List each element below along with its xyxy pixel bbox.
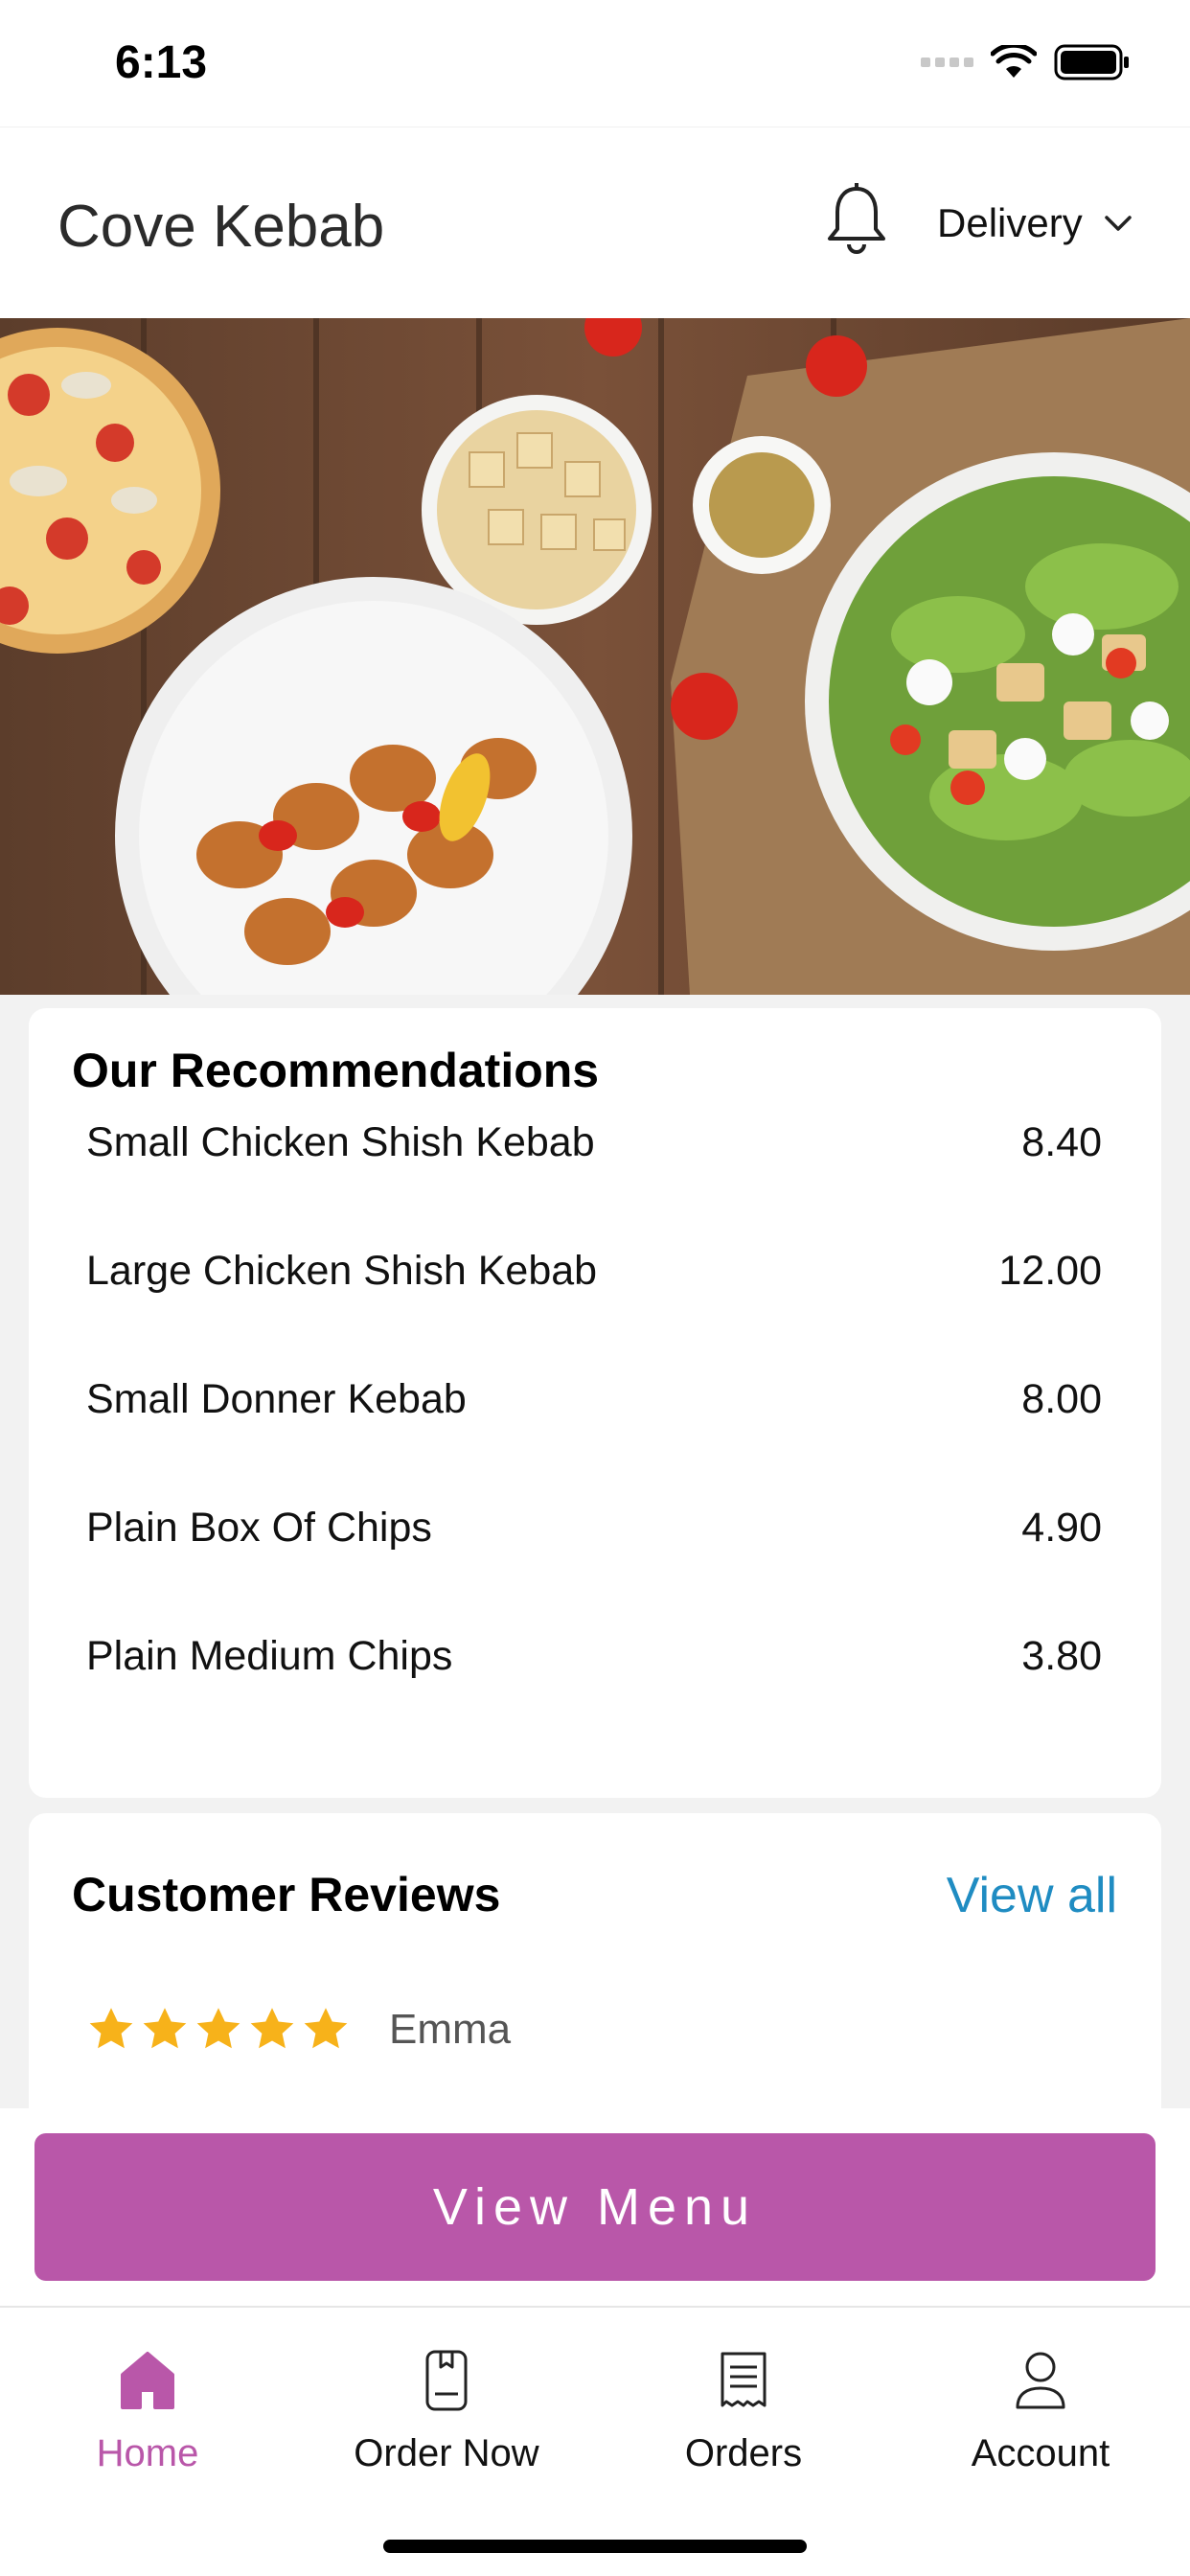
order-now-icon (425, 2350, 468, 2411)
bottom-tab-bar: Home Order Now Orders Account (0, 2306, 1190, 2576)
tab-account[interactable]: Account (916, 2346, 1165, 2475)
item-price: 12.00 (998, 1247, 1102, 1294)
item-price: 3.80 (1021, 1632, 1102, 1679)
review-item[interactable]: Emma (86, 2005, 511, 2055)
recommendation-item[interactable]: Plain Box Of Chips 4.90 (86, 1489, 1102, 1566)
wifi-icon (991, 45, 1037, 78)
home-indicator[interactable] (383, 2540, 807, 2553)
status-time: 6:13 (115, 37, 208, 88)
item-name: Large Chicken Shish Kebab (86, 1247, 598, 1294)
item-name: Small Donner Kebab (86, 1375, 467, 1422)
star-icon (196, 2008, 240, 2049)
recommendation-item[interactable]: Plain Medium Chips 3.80 (86, 1618, 1102, 1694)
account-icon (1016, 2352, 1065, 2409)
item-price: 8.40 (1021, 1118, 1102, 1165)
tab-orders[interactable]: Orders (619, 2346, 868, 2475)
item-name: Plain Box Of Chips (86, 1504, 432, 1551)
view-menu-button[interactable]: View Menu (34, 2133, 1156, 2281)
view-all-reviews-link[interactable]: View all (947, 1867, 1117, 1924)
tab-label: Orders (684, 2432, 803, 2474)
recommendation-item[interactable]: Small Chicken Shish Kebab 8.40 (86, 1104, 1102, 1181)
receipt-icon (721, 2352, 767, 2407)
chevron-down-icon (1104, 216, 1132, 231)
restaurant-name: Cove Kebab (57, 194, 385, 260)
cta-container: View Menu (0, 2108, 1190, 2306)
star-rating (86, 2005, 351, 2055)
delivery-mode-selector[interactable]: Delivery (937, 200, 1133, 246)
food-photo (0, 318, 1190, 995)
recommendation-item[interactable]: Small Donner Kebab 8.00 (86, 1361, 1102, 1438)
item-price: 8.00 (1021, 1375, 1102, 1422)
star-icon (250, 2008, 294, 2049)
status-indicators (921, 44, 1131, 80)
notification-bell-icon[interactable] (822, 181, 891, 258)
app-header: Cove Kebab Delivery (0, 126, 1190, 318)
recommendations-card: Our Recommendations Small Chicken Shish … (29, 1008, 1161, 1798)
tab-label: Account (971, 2432, 1110, 2474)
star-icon (304, 2008, 348, 2049)
tab-label: Order Now (354, 2432, 539, 2474)
star-icon (89, 2008, 133, 2049)
battery-icon (1054, 44, 1129, 80)
hero-food-image (0, 318, 1190, 995)
reviewer-name: Emma (389, 2006, 512, 2053)
item-name: Plain Medium Chips (86, 1632, 453, 1679)
tab-order-now[interactable]: Order Now (322, 2346, 571, 2475)
status-bar: 6:13 (0, 0, 1190, 126)
recommendation-item[interactable]: Large Chicken Shish Kebab 12.00 (86, 1232, 1102, 1309)
tab-home[interactable]: Home (23, 2346, 272, 2475)
item-name: Small Chicken Shish Kebab (86, 1118, 595, 1165)
cellular-signal-icon (921, 58, 973, 67)
tab-label: Home (96, 2432, 199, 2474)
reviews-title: Customer Reviews (72, 1868, 501, 1921)
recommendations-title: Our Recommendations (72, 1044, 600, 1097)
home-icon (121, 2352, 174, 2409)
item-price: 4.90 (1021, 1504, 1102, 1551)
delivery-mode-label: Delivery (937, 200, 1083, 245)
star-icon (143, 2008, 187, 2049)
